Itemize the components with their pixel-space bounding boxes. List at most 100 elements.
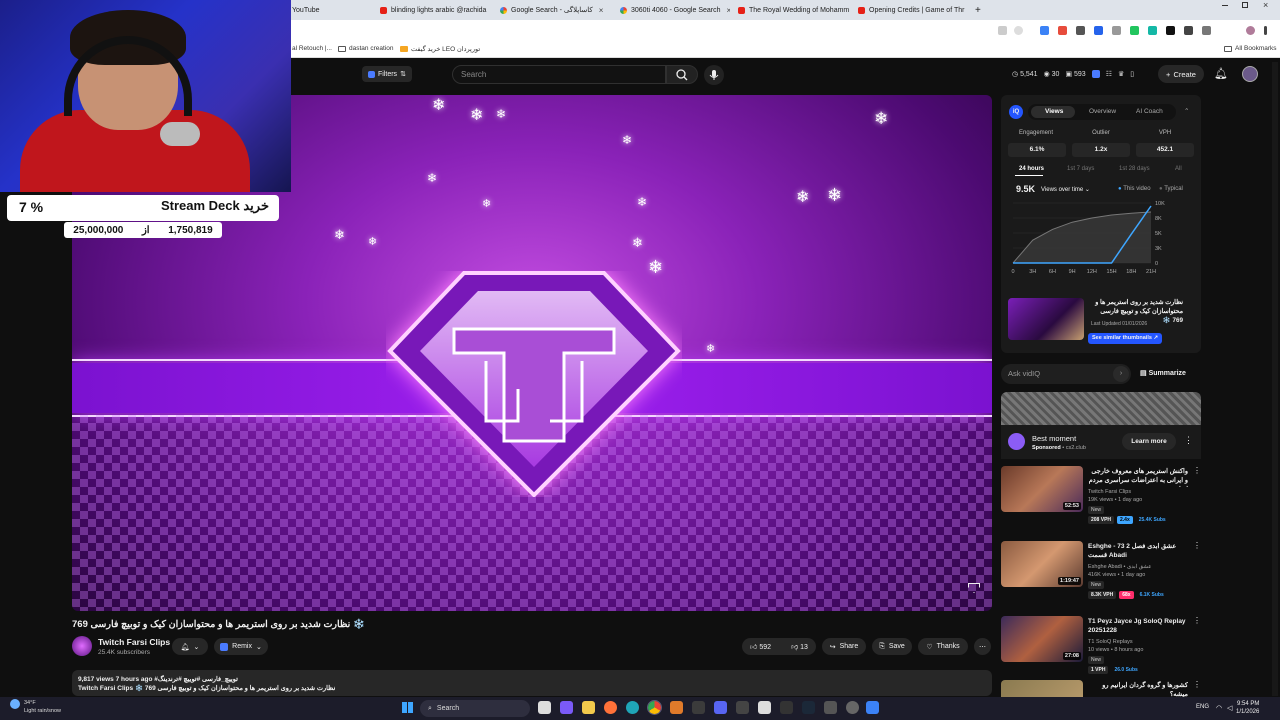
chrome-icon[interactable] — [647, 700, 662, 715]
remix-button[interactable]: Remix ⌄ — [214, 638, 268, 655]
app-icon[interactable] — [780, 701, 793, 714]
bookmark-item[interactable]: خرید گیفت LEO تورپردان — [400, 45, 480, 53]
create-button[interactable]: + Create — [1158, 65, 1204, 83]
learn-more-button[interactable]: Learn more — [1122, 433, 1176, 450]
rec-title[interactable]: کشورها و گروه گردان ایرانیم رو میشه؟ — [1088, 681, 1188, 697]
settings-icon[interactable]: ☷ — [1106, 70, 1112, 78]
notifications-bell-icon[interactable]: 🔔︎ — [1214, 67, 1228, 80]
like-button[interactable]: 👍︎ 592 — [750, 642, 771, 651]
maximize-icon[interactable] — [1242, 2, 1248, 8]
trophy-icon[interactable]: ♛ — [1118, 70, 1124, 78]
more-actions-button[interactable]: ⋯ — [974, 638, 991, 655]
new-tab-button[interactable]: + — [975, 2, 985, 18]
file-explorer-icon[interactable] — [582, 701, 595, 714]
rec-title[interactable]: T1 Peyz Jayce Jg SoloQ Replay 20251228 — [1088, 617, 1188, 635]
download-icon[interactable] — [1202, 26, 1211, 35]
task-view-icon[interactable] — [538, 701, 551, 714]
tab-game-of-thrones[interactable]: Opening Credits | Game of Thr× — [858, 2, 970, 18]
search-input[interactable]: Search — [452, 65, 666, 84]
edge-icon[interactable] — [626, 701, 639, 714]
video-thumbnail[interactable]: 27:08 — [1001, 616, 1083, 662]
app-icon[interactable] — [866, 701, 879, 714]
rec-channel[interactable]: T1 SoloQ Replays — [1088, 639, 1133, 645]
tab-blinding-lights[interactable]: blinding lights arabic @rachida× — [380, 2, 492, 18]
more-dots-icon[interactable]: ⋮ — [1184, 435, 1193, 446]
close-icon[interactable]: × — [599, 6, 604, 15]
close-icon[interactable]: × — [727, 6, 730, 15]
bookmark-icon[interactable]: ▯ — [1130, 70, 1134, 78]
puzzle-icon[interactable] — [1184, 26, 1193, 35]
tab-3060ti[interactable]: 3060ti 4060 - Google Search × — [620, 2, 730, 18]
app-icon[interactable] — [736, 701, 749, 714]
range-28d[interactable]: 1st 28 days — [1119, 166, 1150, 172]
video-thumbnail[interactable]: 1:19:47 — [1001, 541, 1083, 587]
star-bookmark-icon[interactable] — [1014, 26, 1023, 35]
more-dots-icon[interactable]: ⋮ — [1193, 541, 1201, 550]
weather-icon[interactable] — [10, 699, 20, 709]
extension-icon[interactable] — [1094, 26, 1103, 35]
close-window-icon[interactable]: × — [1263, 0, 1268, 10]
app-icon[interactable] — [692, 701, 705, 714]
taskbar-search[interactable]: ⌕ Search — [420, 700, 530, 717]
channel-avatar[interactable] — [72, 636, 92, 656]
tab-views[interactable]: Views — [1045, 108, 1063, 115]
steam-icon[interactable] — [802, 701, 815, 714]
bookmark-item[interactable]: al Retouch |... — [292, 45, 332, 52]
thanks-button[interactable]: ♡ Thanks — [918, 638, 968, 655]
screen-cast-icon[interactable] — [998, 26, 1007, 35]
recommendation-card[interactable]: 52:53 واکنش استریمر های معروف خارجی و ای… — [1001, 466, 1201, 532]
recommendation-card[interactable]: 1:19:47 Eshghe - 73 عشق ابدی فصل 2 قسمت … — [1001, 541, 1201, 607]
search-button[interactable] — [666, 65, 698, 84]
share-button[interactable]: ↪ Share — [822, 638, 866, 655]
app-icon[interactable] — [670, 701, 683, 714]
tab-overview[interactable]: Overview — [1089, 108, 1116, 115]
menu-dots-icon[interactable] — [1264, 26, 1267, 35]
ask-vidiq-input[interactable]: Ask vidIQ › — [1001, 364, 1131, 384]
tab-youtube[interactable]: YouTube — [292, 2, 372, 18]
subscription-bell-button[interactable]: 🔔︎ ⌄ — [172, 638, 208, 655]
extension-icon[interactable] — [1148, 26, 1157, 35]
profile-avatar[interactable] — [1246, 26, 1255, 35]
volume-icon[interactable]: ◁ — [1227, 704, 1232, 712]
tab-ai-coach[interactable]: AI Coach — [1136, 108, 1163, 115]
bookmark-item[interactable]: dastan creation — [338, 45, 393, 52]
scrollbar[interactable] — [1272, 62, 1278, 696]
video-thumbnail[interactable] — [1001, 680, 1083, 697]
tab-google-search[interactable]: Google Search - کاساپلاگی × — [500, 2, 612, 18]
extension-icon[interactable] — [1130, 26, 1139, 35]
minimize-icon[interactable] — [1222, 5, 1228, 6]
account-avatar[interactable] — [1242, 66, 1258, 82]
extension-icon[interactable] — [1166, 26, 1175, 35]
more-dots-icon[interactable]: ⋮ — [1193, 616, 1201, 625]
ad-image[interactable] — [1001, 392, 1201, 425]
app-icon[interactable] — [824, 701, 837, 714]
range-24h[interactable]: 24 hours — [1019, 166, 1044, 172]
network-icon[interactable]: ◠ — [1216, 704, 1222, 712]
voice-search-button[interactable] — [704, 65, 724, 85]
more-dots-icon[interactable]: ⋮ — [1193, 466, 1201, 475]
extension-icon[interactable] — [1058, 26, 1067, 35]
extension-icon[interactable] — [1076, 26, 1085, 35]
taskbar-clock[interactable]: 9:54 PM 1/1/2026 — [1236, 700, 1259, 716]
extension-icon[interactable] — [1040, 26, 1049, 35]
save-button[interactable]: ⎘ Save — [872, 638, 912, 655]
views-mode-select[interactable]: Views over time ⌄ — [1041, 186, 1090, 193]
vidiq-icon[interactable] — [1091, 70, 1100, 78]
firefox-icon[interactable] — [604, 701, 617, 714]
video-thumbnail[interactable]: 52:53 — [1001, 466, 1083, 512]
recommendation-card[interactable]: 27:08 T1 Peyz Jayce Jg SoloQ Replay 2025… — [1001, 616, 1201, 682]
dislike-button[interactable]: 👎︎ 13 — [791, 642, 808, 651]
copilot-icon[interactable] — [560, 701, 573, 714]
channel-name[interactable]: Twitch Farsi Clips — [98, 637, 170, 647]
discord-icon[interactable] — [714, 701, 727, 714]
similar-thumbnails-button[interactable]: See similar thumbnails ↗ — [1088, 333, 1163, 344]
collapse-chevron-icon[interactable]: ⌃ — [1184, 107, 1189, 115]
ad-card[interactable]: Best moment Sponsored • cs2.club Learn m… — [1001, 425, 1201, 459]
rec-title[interactable]: Eshghe - 73 عشق ابدی فصل 2 قسمت Abadi — [1088, 542, 1188, 560]
capcut-icon[interactable] — [758, 701, 771, 714]
range-7d[interactable]: 1st 7 days — [1067, 166, 1094, 172]
tab-royal-wedding[interactable]: The Royal Wedding of Mohamm× — [738, 2, 850, 18]
windows-start-icon[interactable] — [402, 702, 413, 713]
all-bookmarks[interactable]: All Bookmarks — [1224, 45, 1277, 52]
extension-icon[interactable] — [1112, 26, 1121, 35]
